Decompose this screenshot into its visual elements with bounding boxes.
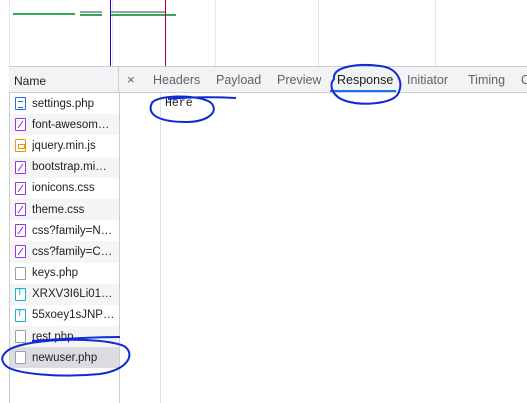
stylesheet-icon xyxy=(15,224,26,238)
request-name: newuser.php xyxy=(32,351,98,364)
expand-arrow-icon[interactable]: › xyxy=(150,98,153,107)
request-row-font-awesome[interactable]: font-awesom… xyxy=(10,114,119,136)
timeline-bar xyxy=(110,14,176,16)
tab-cookies[interactable]: C xyxy=(521,73,527,87)
timeline-bar xyxy=(80,11,102,13)
tab-payload[interactable]: Payload xyxy=(216,73,261,87)
name-column-header[interactable]: Name xyxy=(9,66,119,93)
document-icon xyxy=(15,97,26,111)
request-name: XRXV3I6Li01… xyxy=(32,288,113,301)
stylesheet-icon xyxy=(15,160,26,174)
request-row-jquery[interactable]: jquery.min.js xyxy=(10,135,119,156)
request-name: settings.php xyxy=(32,97,95,110)
request-row-keys[interactable]: keys.php xyxy=(10,263,119,284)
font-icon xyxy=(15,287,26,301)
dom-content-loaded-marker xyxy=(110,0,111,66)
request-name: jquery.min.js xyxy=(32,139,96,152)
timeline-bar xyxy=(13,13,75,15)
name-column-label: Name xyxy=(14,74,47,88)
request-name: css?family=C… xyxy=(32,245,113,258)
file-icon xyxy=(15,266,26,280)
tab-response[interactable]: Response xyxy=(337,73,393,87)
timeline-grid-line xyxy=(215,0,216,66)
request-name: ionicons.css xyxy=(32,182,95,195)
timeline-grid-line xyxy=(318,0,319,66)
request-row-theme[interactable]: theme.css xyxy=(10,198,119,221)
request-name: theme.css xyxy=(32,203,85,216)
line-number-gutter xyxy=(160,93,161,403)
file-icon xyxy=(15,330,26,344)
stylesheet-icon xyxy=(15,181,26,195)
script-icon xyxy=(15,139,26,153)
timeline-grid-line xyxy=(9,0,10,66)
request-row-font-2[interactable]: 55xoey1sJNP… xyxy=(10,305,119,326)
request-row-css-family-n[interactable]: css?family=N… xyxy=(10,220,119,241)
request-row-rest[interactable]: rest.php xyxy=(10,326,119,348)
font-icon xyxy=(15,308,26,322)
request-name: font-awesom… xyxy=(32,118,110,131)
request-list: settings.php font-awesom… jquery.min.js … xyxy=(10,93,119,369)
stylesheet-icon xyxy=(15,118,26,132)
detail-tab-bar: × Headers Payload Preview Response Initi… xyxy=(119,66,527,93)
tab-initiator[interactable]: Initiator xyxy=(407,73,448,87)
request-row-bootstrap[interactable]: bootstrap.mi… xyxy=(10,156,119,178)
request-name: 55xoey1sJNP… xyxy=(32,309,115,322)
network-overview-timeline[interactable] xyxy=(0,0,527,66)
request-name: css?family=N… xyxy=(32,224,113,237)
request-row-newuser[interactable]: newuser.php xyxy=(10,347,119,369)
tab-timing[interactable]: Timing xyxy=(468,73,505,87)
file-icon xyxy=(15,351,26,365)
stylesheet-icon xyxy=(15,203,26,217)
close-icon[interactable]: × xyxy=(127,72,135,87)
timeline-grid-line xyxy=(435,0,436,66)
request-name: rest.php xyxy=(32,330,74,343)
request-name: keys.php xyxy=(32,267,79,280)
request-row-css-family-c[interactable]: css?family=C… xyxy=(10,241,119,263)
timeline-grid-line xyxy=(112,0,113,66)
load-event-marker xyxy=(165,0,166,66)
response-viewer[interactable]: › Here xyxy=(120,93,527,403)
request-name: bootstrap.mi… xyxy=(32,161,107,174)
tab-headers[interactable]: Headers xyxy=(153,73,200,87)
timeline-bar xyxy=(80,14,102,16)
response-body-text: Here xyxy=(165,97,193,110)
request-row-settings[interactable]: settings.php xyxy=(10,93,119,114)
tab-preview[interactable]: Preview xyxy=(277,73,321,87)
stylesheet-icon xyxy=(15,245,26,259)
request-row-font-1[interactable]: XRXV3I6Li01… xyxy=(10,283,119,305)
active-tab-indicator xyxy=(330,90,396,92)
timeline-bar xyxy=(110,11,166,13)
request-row-ionicons[interactable]: ionicons.css xyxy=(10,178,119,199)
